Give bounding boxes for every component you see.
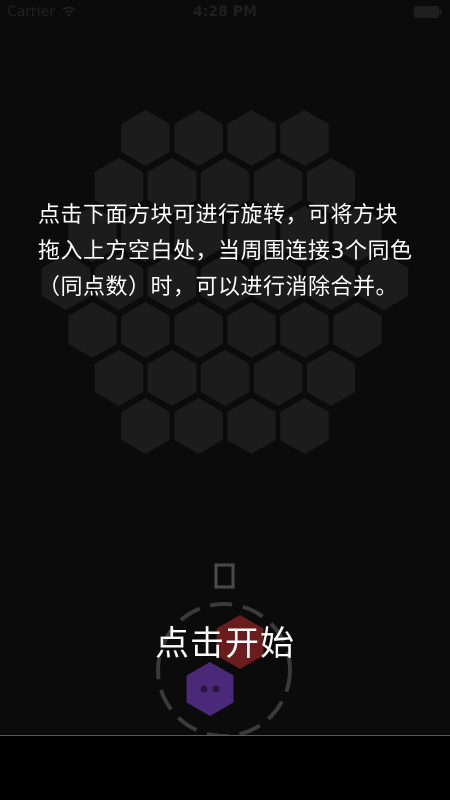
piece-dot xyxy=(212,685,220,693)
board-cell[interactable] xyxy=(280,398,329,454)
board-cell[interactable] xyxy=(68,302,117,358)
board-cell[interactable] xyxy=(280,110,329,166)
board-cell[interactable] xyxy=(280,302,329,358)
board-cell[interactable] xyxy=(306,350,356,406)
board-cell[interactable] xyxy=(200,350,250,406)
start-button[interactable]: 点击开始 xyxy=(0,616,450,665)
board-cell[interactable] xyxy=(121,302,170,358)
piece-tile-purple[interactable] xyxy=(186,662,234,716)
board-cell[interactable] xyxy=(227,110,276,166)
board-cell[interactable] xyxy=(121,398,170,454)
board-cell[interactable] xyxy=(174,110,223,166)
instruction-text: 点击下面方块可进行旋转，可将方块拖入上方空白处，当周围连接3个同色（同点数）时，… xyxy=(38,203,413,300)
board-cell[interactable] xyxy=(227,398,276,454)
board-cell[interactable] xyxy=(94,350,144,406)
board-cell[interactable] xyxy=(147,350,197,406)
board-cell[interactable] xyxy=(174,302,223,358)
bottom-bar xyxy=(0,736,450,800)
board-cell[interactable] xyxy=(174,398,223,454)
board-cell[interactable] xyxy=(121,110,170,166)
board-cell[interactable] xyxy=(227,302,276,358)
square-outline-icon xyxy=(214,563,235,589)
piece-dot xyxy=(200,685,208,693)
board-cell[interactable] xyxy=(333,302,382,358)
game-screen: Carrier 4:28 PM 点击下面方块可进行旋转，可将方块拖入上方空白处，… xyxy=(0,0,450,800)
board-cell[interactable] xyxy=(253,350,303,406)
